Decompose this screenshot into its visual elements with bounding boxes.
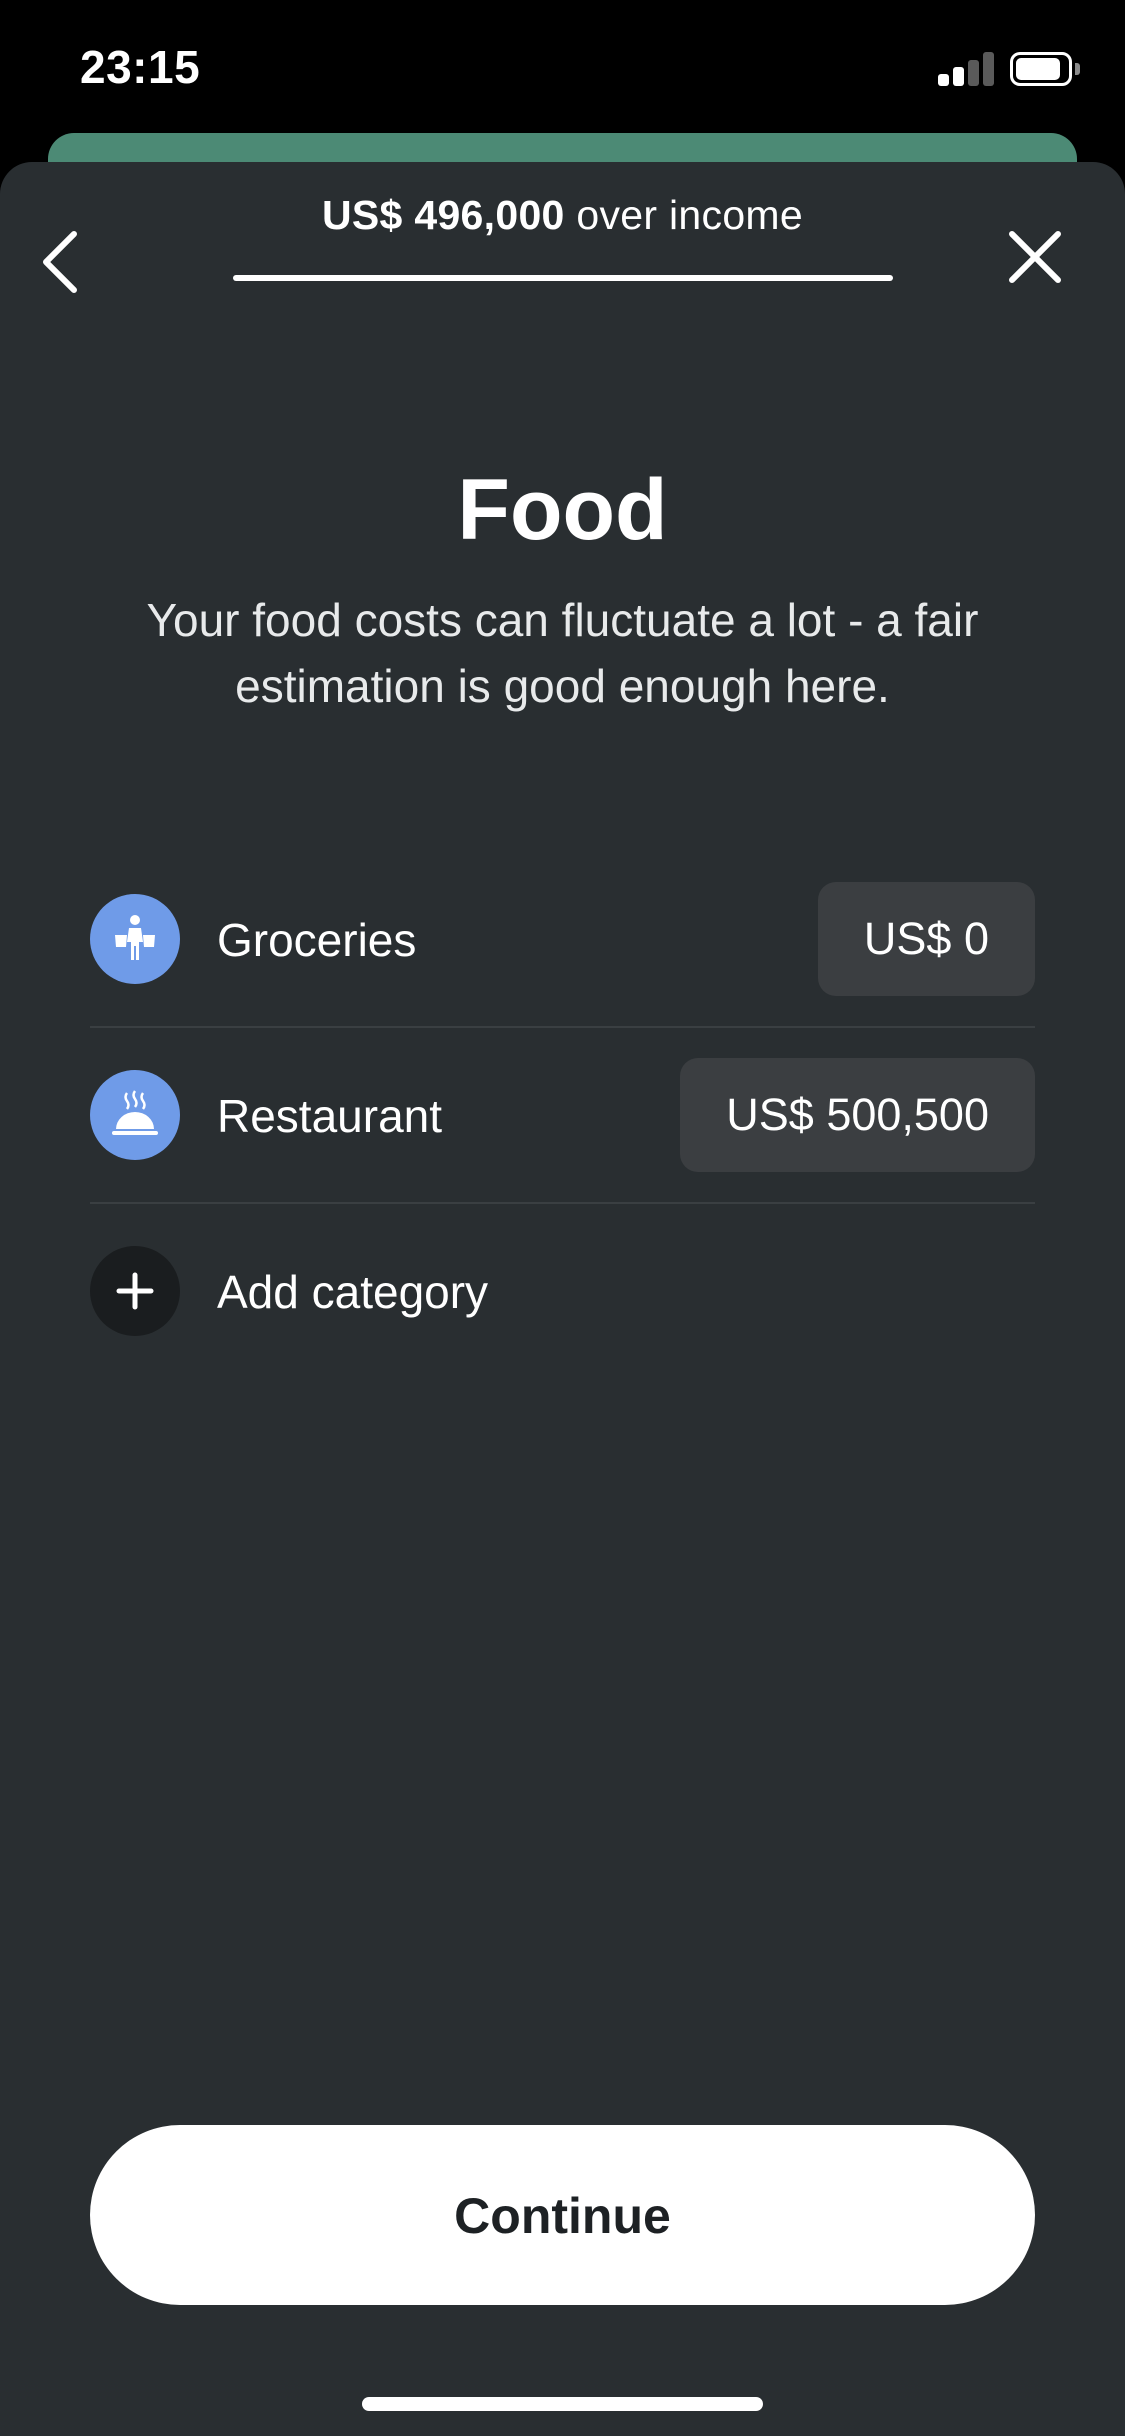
cellular-signal-icon (938, 52, 994, 86)
groceries-amount-input[interactable]: US$ 0 (817, 882, 1035, 996)
close-icon (1009, 231, 1061, 283)
continue-button[interactable]: Continue (90, 2125, 1035, 2305)
category-label: Restaurant (217, 1090, 443, 1142)
add-category-button[interactable]: Add category (90, 1204, 1035, 1378)
category-label: Groceries (217, 914, 417, 966)
page-subtitle: Your food costs can fluctuate a lot - a … (146, 594, 979, 712)
add-category-label: Add category (217, 1266, 489, 1318)
restaurant-amount-input[interactable]: US$ 500,500 (680, 1058, 1035, 1172)
category-list: Groceries US$ 0 Restaurant US$ 500,500 A… (90, 852, 1035, 1378)
home-indicator (362, 2397, 763, 2411)
progress-underline (233, 275, 893, 281)
over-income-summary: US$ 496,000 over income (0, 192, 1125, 239)
status-bar: 23:15 (0, 0, 1125, 135)
grocery-bag-icon (90, 894, 180, 984)
status-time: 23:15 (80, 41, 201, 93)
serving-dish-icon (90, 1070, 180, 1160)
budget-sheet: US$ 496,000 over income Food Your food c… (0, 162, 1125, 2436)
page-title: Food (457, 462, 668, 558)
plus-icon (90, 1246, 180, 1336)
category-row-groceries: Groceries US$ 0 (90, 852, 1035, 1028)
close-button[interactable] (1000, 222, 1070, 292)
category-row-restaurant: Restaurant US$ 500,500 (90, 1028, 1035, 1204)
over-income-text: over income (576, 192, 803, 238)
screen: 23:15 US$ 496,000 over income Food Your … (0, 0, 1125, 2436)
over-income-amount: US$ 496,000 (322, 192, 565, 238)
battery-icon (1010, 52, 1082, 88)
